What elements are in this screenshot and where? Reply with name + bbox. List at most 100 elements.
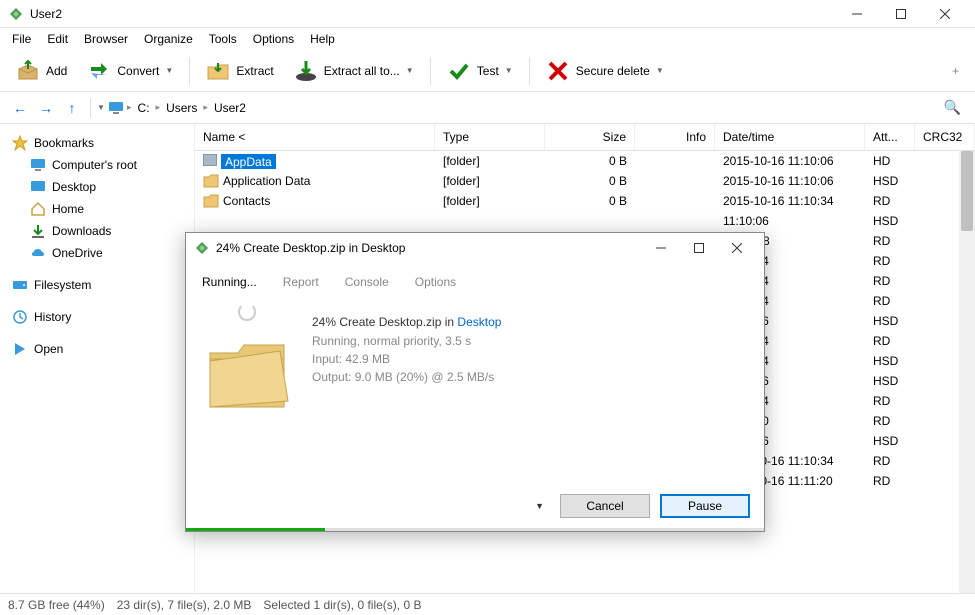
col-size[interactable]: Size [545, 124, 635, 150]
cell-att: HSD [865, 174, 915, 188]
file-header: Name < Type Size Info Date/time Att... C… [195, 124, 975, 151]
window-title: User2 [30, 7, 835, 21]
sidebar-label: Downloads [52, 224, 111, 238]
home-icon [30, 201, 46, 217]
up-button[interactable]: ↑ [60, 96, 84, 120]
chevron-down-icon[interactable]: ▼ [656, 66, 664, 75]
cancel-button[interactable]: Cancel [560, 494, 650, 518]
disk-icon [12, 277, 28, 293]
dialog-minimize-button[interactable] [642, 234, 680, 262]
cell-att: HSD [865, 314, 915, 328]
convert-button[interactable]: Convert ▼ [79, 55, 181, 87]
sidebar-item-downloads[interactable]: Downloads [24, 220, 188, 242]
scroll-thumb[interactable] [961, 151, 973, 231]
close-button[interactable] [923, 0, 967, 28]
table-row[interactable]: Contacts[folder]0 B2015-10-16 11:10:34RD [195, 191, 975, 211]
cell-size: 0 B [545, 154, 635, 168]
add-label: Add [46, 64, 67, 78]
dialog-buttons: ▼ Cancel Pause [186, 484, 764, 528]
add-button[interactable]: Add [8, 55, 75, 87]
secure-delete-button[interactable]: Secure delete ▼ [538, 55, 672, 87]
file-name: AppData [221, 154, 276, 169]
col-crc[interactable]: CRC32 [915, 124, 975, 150]
forward-button[interactable]: → [34, 96, 58, 120]
menu-edit[interactable]: Edit [39, 30, 76, 48]
maximize-button[interactable] [879, 0, 923, 28]
cell-att: HSD [865, 214, 915, 228]
sidebar-item-onedrive[interactable]: OneDrive [24, 242, 188, 264]
sidebar-open[interactable]: Open [6, 338, 188, 360]
clock-icon [12, 309, 28, 325]
cloud-icon [30, 245, 46, 261]
toolbar-separator [189, 57, 190, 85]
progress-bar [186, 528, 764, 531]
cell-date: 2015-10-16 11:10:34 [715, 194, 865, 208]
table-row[interactable]: Application Data[folder]0 B2015-10-16 11… [195, 171, 975, 191]
dialog-close-button[interactable] [718, 234, 756, 262]
col-info[interactable]: Info [635, 124, 715, 150]
col-name[interactable]: Name < [195, 124, 435, 150]
col-att[interactable]: Att... [865, 124, 915, 150]
tab-options[interactable]: Options [411, 269, 460, 295]
crumb-drive[interactable]: C: [134, 99, 154, 117]
headline-link[interactable]: Desktop [457, 315, 501, 329]
sidebar-item-desktop[interactable]: Desktop [24, 176, 188, 198]
search-icon[interactable]: 🔍 [938, 99, 967, 116]
menu-browser[interactable]: Browser [76, 30, 136, 48]
app-icon [8, 6, 24, 22]
folder-icon [203, 174, 219, 188]
tab-report[interactable]: Report [279, 269, 323, 295]
chevron-right-icon: ▸ [127, 102, 132, 113]
dialog-titlebar: 24% Create Desktop.zip in Desktop [186, 233, 764, 263]
folder-icon [203, 154, 217, 166]
chevron-down-icon[interactable]: ▼ [505, 66, 513, 75]
crumb-user2[interactable]: User2 [210, 99, 250, 117]
extract-all-icon [294, 59, 318, 83]
crumb-users[interactable]: Users [162, 99, 201, 117]
sidebar-label: Home [52, 202, 84, 216]
col-type[interactable]: Type [435, 124, 545, 150]
toolbar-add-icon[interactable]: + [944, 64, 967, 78]
tab-running[interactable]: Running... [198, 269, 261, 295]
sidebar-item-home[interactable]: Home [24, 198, 188, 220]
test-label: Test [477, 64, 499, 78]
menu-options[interactable]: Options [245, 30, 302, 48]
minimize-button[interactable] [835, 0, 879, 28]
dialog-title: 24% Create Desktop.zip in Desktop [216, 241, 642, 255]
app-icon [194, 240, 210, 256]
back-button[interactable]: ← [8, 96, 32, 120]
sidebar-label: Bookmarks [34, 136, 94, 150]
folder-icon [203, 194, 219, 208]
dialog-tabs: Running... Report Console Options [186, 263, 764, 295]
menu-organize[interactable]: Organize [136, 30, 201, 48]
sidebar-bookmarks[interactable]: Bookmarks [6, 132, 188, 154]
chevron-down-icon[interactable]: ▼ [535, 501, 544, 511]
sidebar-filesystem[interactable]: Filesystem [6, 274, 188, 296]
status-selected: Selected 1 dir(s), 0 file(s), 0 B [263, 598, 421, 612]
sidebar-history[interactable]: History [6, 306, 188, 328]
chevron-down-icon[interactable]: ▼ [165, 66, 173, 75]
table-row[interactable]: AppData[folder]0 B2015-10-16 11:10:06HD [195, 151, 975, 171]
sidebar-item-computers-root[interactable]: Computer's root [24, 154, 188, 176]
toolbar-separator [430, 57, 431, 85]
cell-att: HSD [865, 354, 915, 368]
menu-file[interactable]: File [4, 30, 39, 48]
col-date[interactable]: Date/time [715, 124, 865, 150]
extract-button[interactable]: Extract [198, 55, 281, 87]
menu-tools[interactable]: Tools [201, 30, 245, 48]
dialog-body: 24% Create Desktop.zip in Desktop Runnin… [186, 295, 764, 484]
test-button[interactable]: Test ▼ [439, 55, 521, 87]
extract-all-label: Extract all to... [324, 64, 400, 78]
pause-button[interactable]: Pause [660, 494, 750, 518]
dialog-maximize-button[interactable] [680, 234, 718, 262]
cell-att: RD [865, 194, 915, 208]
tab-console[interactable]: Console [341, 269, 393, 295]
scrollbar[interactable] [959, 151, 975, 593]
sidebar: Bookmarks Computer's root Desktop Home [0, 124, 194, 593]
chevron-down-icon[interactable]: ▼ [97, 103, 105, 112]
cell-date: 2015-10-16 11:10:06 [715, 154, 865, 168]
chevron-down-icon[interactable]: ▼ [406, 66, 414, 75]
menu-help[interactable]: Help [302, 30, 343, 48]
extract-all-button[interactable]: Extract all to... ▼ [286, 55, 422, 87]
table-row[interactable]: 11:10:06HSD [195, 211, 975, 231]
